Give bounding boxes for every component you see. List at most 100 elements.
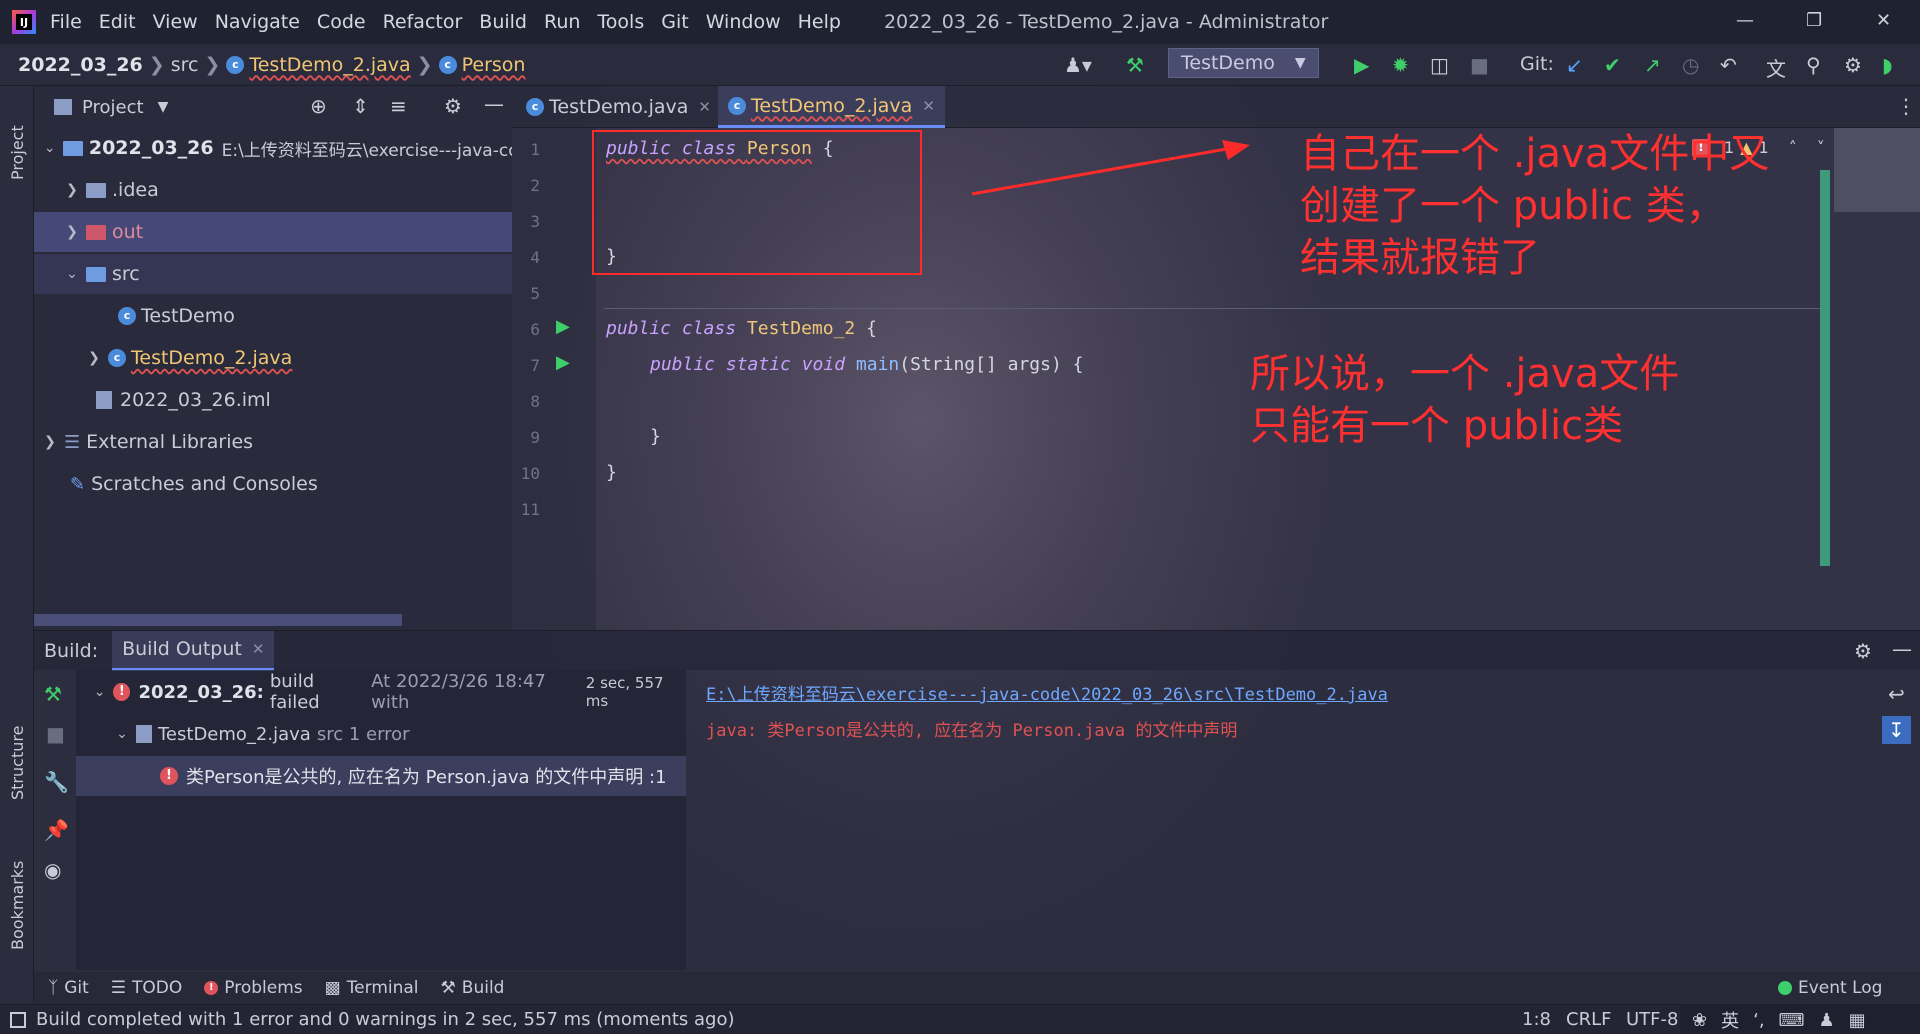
minimize-icon[interactable]: — [1736, 10, 1754, 31]
breadcrumb-class[interactable]: Person [462, 54, 526, 76]
menu-run[interactable]: Run [544, 11, 580, 33]
structure-tool-tab[interactable]: Structure [8, 710, 27, 800]
build-hammer-icon[interactable]: ⚒ [44, 682, 62, 706]
user-icon[interactable]: ♟▾ [1064, 53, 1092, 77]
editor-scrollbar[interactable] [1820, 170, 1830, 566]
close-icon[interactable]: ✕ [1876, 10, 1891, 31]
hide-panel-icon[interactable]: — [1892, 637, 1912, 661]
horizontal-scrollbar[interactable] [34, 614, 402, 626]
grid-icon[interactable]: ▦ [1849, 1010, 1866, 1031]
coverage-icon[interactable]: ◫ [1430, 53, 1449, 77]
caret-position[interactable]: 1:8 [1522, 1009, 1551, 1030]
menu-help[interactable]: Help [798, 11, 841, 33]
code-line-7[interactable]: public static void main(String[] args) { [650, 354, 1084, 375]
tree-item-testdemo[interactable]: c TestDemo [34, 296, 512, 336]
tool-tab-build[interactable]: ⚒ Build [441, 978, 505, 998]
eye-icon[interactable]: ◉ [44, 858, 61, 882]
stop-icon[interactable]: ■ [1470, 53, 1489, 77]
tool-tab-terminal[interactable]: ▩ Terminal [325, 978, 419, 998]
settings-gear-icon[interactable]: ⚙ [444, 94, 462, 118]
build-tree-error[interactable]: ! 类Person是公共的, 应在名为 Person.java 的文件中声明 :… [76, 756, 686, 796]
stop-icon[interactable]: ■ [46, 722, 65, 746]
breadcrumb-project[interactable]: 2022_03_26 [18, 54, 143, 76]
menu-edit[interactable]: Edit [99, 11, 136, 33]
run-gutter-icon[interactable]: ▶ [556, 316, 570, 337]
bookmarks-tool-tab[interactable]: Bookmarks [8, 840, 27, 950]
build-tree-root[interactable]: ⌄ ! 2022_03_26: build failed At 2022/3/2… [76, 671, 686, 713]
dropdown-arrow-icon[interactable]: ▼ [158, 99, 169, 115]
user-icon[interactable]: ♟ [1819, 1010, 1835, 1031]
tool-tab-git[interactable]: ᛉ Git [48, 978, 89, 998]
settings-gear-icon[interactable]: ⚙ [1844, 53, 1862, 77]
soft-wrap-icon[interactable]: ↩ [1888, 682, 1905, 706]
git-commit-icon[interactable]: ✔ [1604, 53, 1621, 77]
event-log-tab[interactable]: Event Log [1778, 978, 1882, 998]
toggle-tool-windows-icon[interactable] [10, 1011, 26, 1028]
run-config-select[interactable]: TestDemo ▼ [1168, 48, 1319, 78]
tree-item-src[interactable]: ⌄ src [34, 254, 512, 294]
tab-build-output[interactable]: Build Output ✕ [112, 630, 275, 671]
close-tab-icon[interactable]: ✕ [698, 98, 711, 116]
close-tab-icon[interactable]: ✕ [252, 640, 265, 658]
menu-file[interactable]: File [50, 11, 82, 33]
breadcrumb-src[interactable]: src [171, 54, 199, 76]
tree-item-iml[interactable]: 2022_03_26.iml [34, 380, 512, 420]
menu-build[interactable]: Build [479, 11, 527, 33]
tree-item-testdemo2[interactable]: ❯ c TestDemo_2.java [34, 338, 512, 378]
tree-item-external-libraries[interactable]: ❯ ☰ External Libraries [34, 422, 512, 462]
settings-gear-icon[interactable]: ⚙ [1854, 639, 1872, 663]
tool-tab-todo[interactable]: ☰ TODO [111, 978, 183, 998]
breadcrumb-file[interactable]: TestDemo_2.java [249, 54, 410, 76]
code-line-6[interactable]: public class TestDemo_2 { [606, 318, 877, 339]
more-options-icon[interactable]: ⋮ [1896, 94, 1916, 118]
git-update-icon[interactable]: ↙ [1566, 53, 1583, 77]
code-line-9[interactable]: } [650, 426, 661, 447]
close-tab-icon[interactable]: ✕ [922, 97, 935, 115]
tree-item-scratches[interactable]: ✎ Scratches and Consoles [34, 464, 512, 504]
build-hammer-icon[interactable]: ⚒ [1126, 53, 1144, 77]
code-line-10[interactable]: } [606, 462, 617, 483]
pin-icon[interactable]: 📌 [44, 818, 69, 842]
line-ending[interactable]: CRLF [1566, 1009, 1611, 1030]
menu-view[interactable]: View [153, 11, 198, 33]
tree-item-out[interactable]: ❯ out [34, 212, 512, 252]
history-icon[interactable]: ◷ [1682, 53, 1699, 77]
tree-root[interactable]: ⌄ 2022_03_26 E:\上传资料至码云\exercise---java-… [34, 128, 512, 168]
menu-code[interactable]: Code [317, 11, 366, 33]
file-encoding[interactable]: UTF-8 [1626, 1009, 1678, 1030]
expand-all-icon[interactable]: ⇕ [352, 94, 369, 118]
scroll-to-end-icon[interactable]: ↧ [1882, 716, 1911, 744]
run-icon[interactable]: ▶ [1354, 53, 1369, 77]
menu-git[interactable]: Git [661, 11, 688, 33]
project-panel-title[interactable]: Project [82, 97, 144, 118]
plugin-icon[interactable]: ◗ [1882, 53, 1893, 77]
git-push-icon[interactable]: ↗ [1644, 53, 1661, 77]
menu-tools[interactable]: Tools [597, 11, 644, 33]
code-minimap[interactable] [1834, 128, 1920, 212]
debug-icon[interactable]: ✹ [1392, 53, 1409, 77]
build-tree-file[interactable]: ⌄ TestDemo_2.java src 1 error [76, 714, 686, 754]
build-output-path-link[interactable]: E:\上传资料至码云\exercise---java-code\2022_03_… [706, 680, 1388, 705]
collapse-all-icon[interactable]: ≡ [390, 94, 407, 118]
hide-panel-icon[interactable]: — [484, 92, 504, 116]
tool-tab-problems[interactable]: ! Problems [204, 978, 303, 998]
previous-highlight-icon[interactable]: ˄ [1789, 138, 1797, 157]
menu-navigate[interactable]: Navigate [215, 11, 300, 33]
tab-testdemo2[interactable]: c TestDemo_2.java ✕ [718, 86, 945, 128]
rollback-icon[interactable]: ↶ [1720, 53, 1737, 77]
tab-testdemo[interactable]: c TestDemo.java ✕ [516, 86, 721, 128]
wrench-icon[interactable]: 🔧 [44, 770, 69, 794]
ime-language[interactable]: 英 [1721, 1007, 1739, 1033]
search-icon[interactable]: ⚲ [1806, 53, 1821, 77]
locate-icon[interactable]: ⊕ [310, 94, 327, 118]
translate-icon[interactable]: 文 [1766, 53, 1786, 82]
menu-refactor[interactable]: Refactor [383, 11, 463, 33]
run-gutter-icon[interactable]: ▶ [556, 352, 570, 373]
menu-window[interactable]: Window [706, 11, 781, 33]
project-tool-tab[interactable]: Project [8, 100, 27, 180]
status-message[interactable]: Build completed with 1 error and 0 warni… [36, 1009, 735, 1030]
paw-icon[interactable]: ❀ [1692, 1010, 1707, 1031]
restore-icon[interactable]: ❐ [1806, 10, 1822, 31]
keyboard-icon[interactable]: ⌨ [1779, 1010, 1805, 1031]
punctuation-icon[interactable]: ‘, [1753, 1010, 1764, 1031]
